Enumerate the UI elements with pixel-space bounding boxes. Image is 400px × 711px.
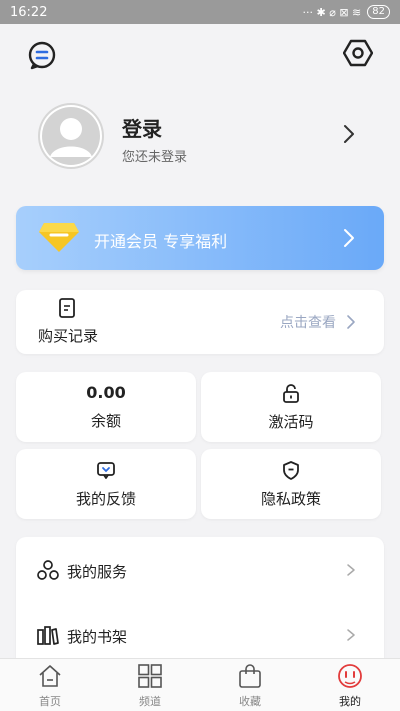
avatar: [38, 103, 104, 169]
document-icon: [59, 298, 75, 318]
tab-label: 我的: [339, 695, 361, 708]
view-link[interactable]: 点击查看: [280, 312, 336, 332]
bottom-tab-bar: 首页 频道 收藏 我的: [0, 658, 400, 711]
diamond-icon: [39, 223, 79, 252]
chevron-right-icon: [347, 629, 355, 641]
tab-home[interactable]: 首页: [0, 659, 100, 711]
purchase-records-card[interactable]: 购买记录 点击查看: [16, 290, 384, 354]
tab-label: 首页: [39, 695, 61, 708]
status-icons: ··· ✱ ⌀ ⊠ ≋ 82: [303, 5, 390, 19]
chevron-right-icon: [347, 564, 355, 576]
vip-membership-banner[interactable]: 开通会员 专享福利: [16, 206, 384, 270]
bookshelf-icon: [37, 626, 59, 645]
top-bar: [0, 24, 400, 84]
services-list: 我的服务 我的书架: [16, 537, 384, 677]
list-item-label: 我的服务: [67, 563, 128, 581]
tab-label: 收藏: [239, 695, 261, 708]
activation-code-card[interactable]: 激活码: [201, 372, 381, 442]
privacy-policy-label: 隐私政策: [260, 489, 321, 508]
purchase-records-label: 购买记录: [38, 327, 99, 345]
grid-icon: [138, 664, 162, 688]
balance-value: 0.00: [86, 383, 126, 402]
balance-card[interactable]: 0.00 余额: [16, 372, 196, 442]
chat-bubble-icon[interactable]: [27, 40, 57, 70]
chevron-right-icon: [347, 315, 355, 329]
default-avatar-icon: [40, 105, 102, 167]
privacy-policy-card[interactable]: 隐私政策: [201, 449, 381, 519]
status-time: 16:22: [10, 4, 48, 20]
services-icon: [37, 560, 59, 580]
battery-indicator: 82: [367, 5, 390, 19]
login-title[interactable]: 登录: [122, 113, 162, 142]
list-item-my-bookshelf[interactable]: 我的书架: [16, 610, 384, 660]
lock-icon: [283, 383, 299, 403]
tab-mine[interactable]: 我的: [300, 659, 400, 711]
activation-code-label: 激活码: [268, 412, 314, 431]
status-bar: 16:22 ··· ✱ ⌀ ⊠ ≋ 82: [0, 0, 400, 24]
face-icon: [338, 664, 362, 688]
tab-channels[interactable]: 频道: [100, 659, 200, 711]
hexagon-settings-icon[interactable]: [343, 38, 373, 68]
feedback-label: 我的反馈: [75, 489, 136, 508]
login-subtitle: 您还未登录: [122, 150, 188, 165]
chevron-right-icon[interactable]: [342, 123, 356, 145]
feedback-icon: [97, 461, 115, 479]
feedback-card[interactable]: 我的反馈: [16, 449, 196, 519]
vip-banner-text: 开通会员 专享福利: [94, 232, 228, 251]
login-profile[interactable]: 登录 您还未登录: [16, 95, 384, 180]
tab-label: 频道: [139, 695, 161, 708]
status-indicator-icons: ··· ✱ ⌀ ⊠ ≋: [302, 5, 362, 19]
balance-label: 余额: [90, 412, 121, 430]
bag-icon: [239, 664, 261, 688]
chevron-right-icon: [344, 229, 354, 247]
shield-icon: [283, 460, 299, 480]
home-icon: [39, 665, 61, 687]
tab-favorites[interactable]: 收藏: [200, 659, 300, 711]
list-item-my-services[interactable]: 我的服务: [16, 545, 384, 595]
list-item-label: 我的书架: [67, 628, 128, 646]
